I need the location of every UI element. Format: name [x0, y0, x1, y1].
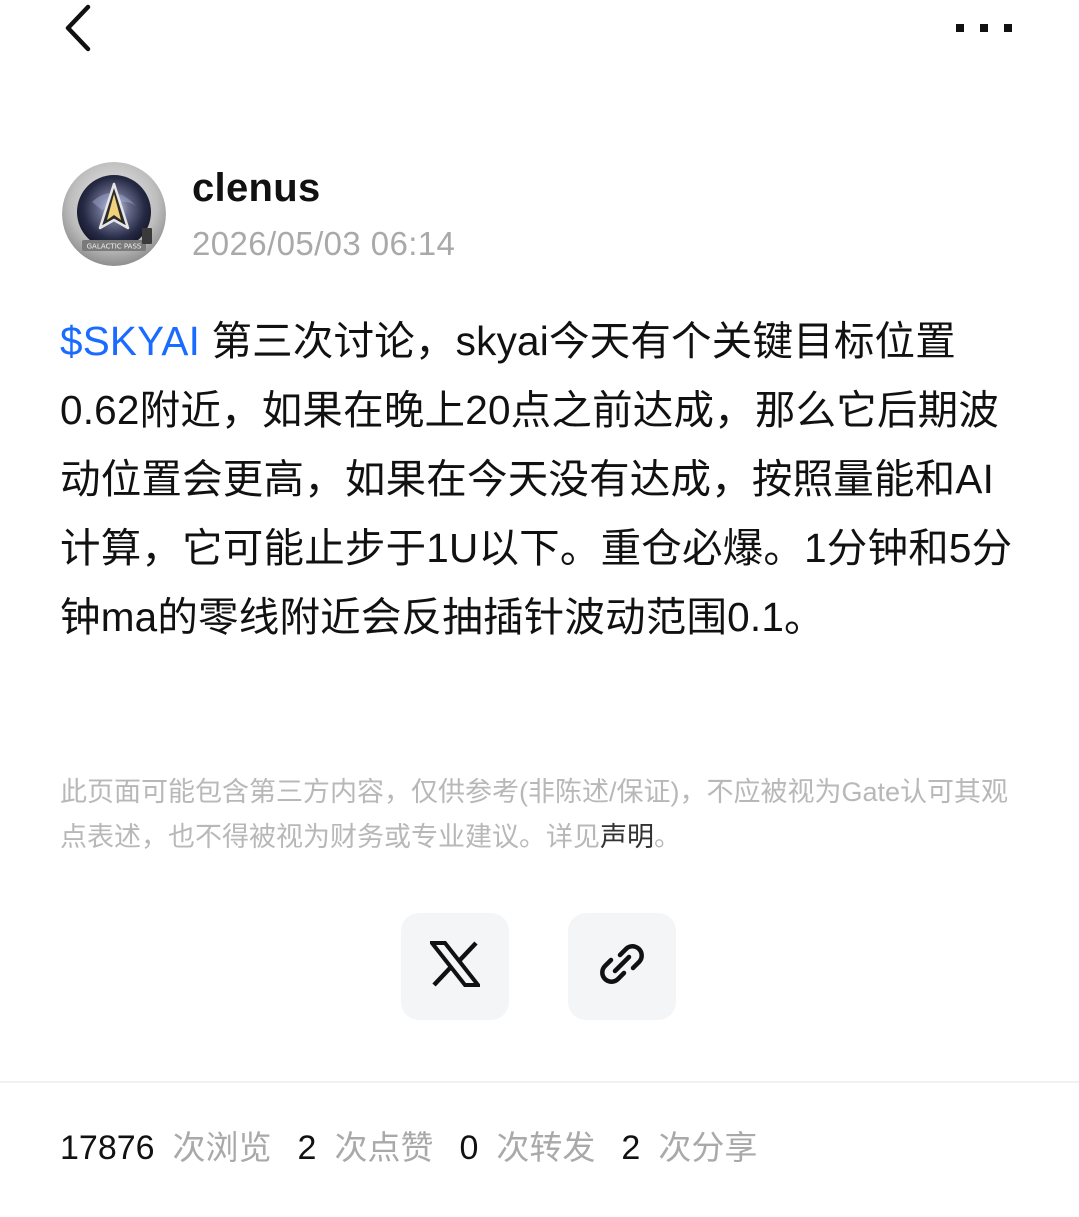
- post-content: $SKYAI 第三次讨论，skyai今天有个关键目标位置0.62附近，如果在晚上…: [60, 307, 1018, 652]
- disclaimer: 此页面可能包含第三方内容，仅供参考(非陈述/保证)，不应被视为Gate认可其观点…: [60, 770, 1025, 860]
- post-detail-page: GALACTIC PASS clenus 2026/05/03 06:14 $S…: [0, 0, 1079, 1217]
- shares-label: 次分享: [658, 1129, 758, 1166]
- post-timestamp: 2026/05/03 06:14: [192, 225, 456, 262]
- share-to-x-button[interactable]: [401, 913, 509, 1020]
- statement-link[interactable]: 声明: [600, 822, 654, 852]
- post-stats: 17876 次浏览 2 次点赞 0 次转发 2 次分享: [60, 1121, 783, 1167]
- views-count: 17876: [60, 1129, 155, 1167]
- ticker-link[interactable]: $SKYAI: [60, 318, 200, 364]
- likes-label: 次点赞: [334, 1129, 434, 1166]
- stat-reposts: 0 次转发: [459, 1121, 595, 1169]
- more-horizontal-icon: [954, 21, 1014, 39]
- author-avatar[interactable]: GALACTIC PASS: [62, 162, 166, 266]
- disclaimer-end: 。: [654, 822, 681, 852]
- reposts-count: 0: [459, 1129, 479, 1167]
- disclaimer-text: 此页面可能包含第三方内容，仅供参考(非陈述/保证)，不应被视为Gate认可其观点…: [60, 777, 1009, 852]
- stats-divider: [0, 1081, 1079, 1083]
- shares-count: 2: [621, 1129, 641, 1167]
- copy-link-button[interactable]: [568, 913, 676, 1020]
- post-text: 第三次讨论，skyai今天有个关键目标位置0.62附近，如果在晚上20点之前达成…: [60, 318, 1013, 640]
- reposts-label: 次转发: [496, 1129, 596, 1166]
- avatar-badge-text: GALACTIC PASS: [87, 243, 142, 251]
- x-logo-icon: [427, 941, 483, 992]
- stat-views: 17876 次浏览: [60, 1121, 272, 1169]
- chevron-left-icon: [63, 4, 93, 57]
- stat-likes: 2 次点赞: [298, 1121, 434, 1169]
- stat-shares: 2 次分享: [621, 1121, 757, 1169]
- more-options-button[interactable]: [944, 8, 1024, 52]
- author-name[interactable]: clenus: [192, 164, 321, 212]
- likes-count: 2: [297, 1129, 317, 1167]
- back-button[interactable]: [52, 2, 104, 58]
- link-icon: [598, 940, 646, 993]
- views-label: 次浏览: [172, 1129, 272, 1166]
